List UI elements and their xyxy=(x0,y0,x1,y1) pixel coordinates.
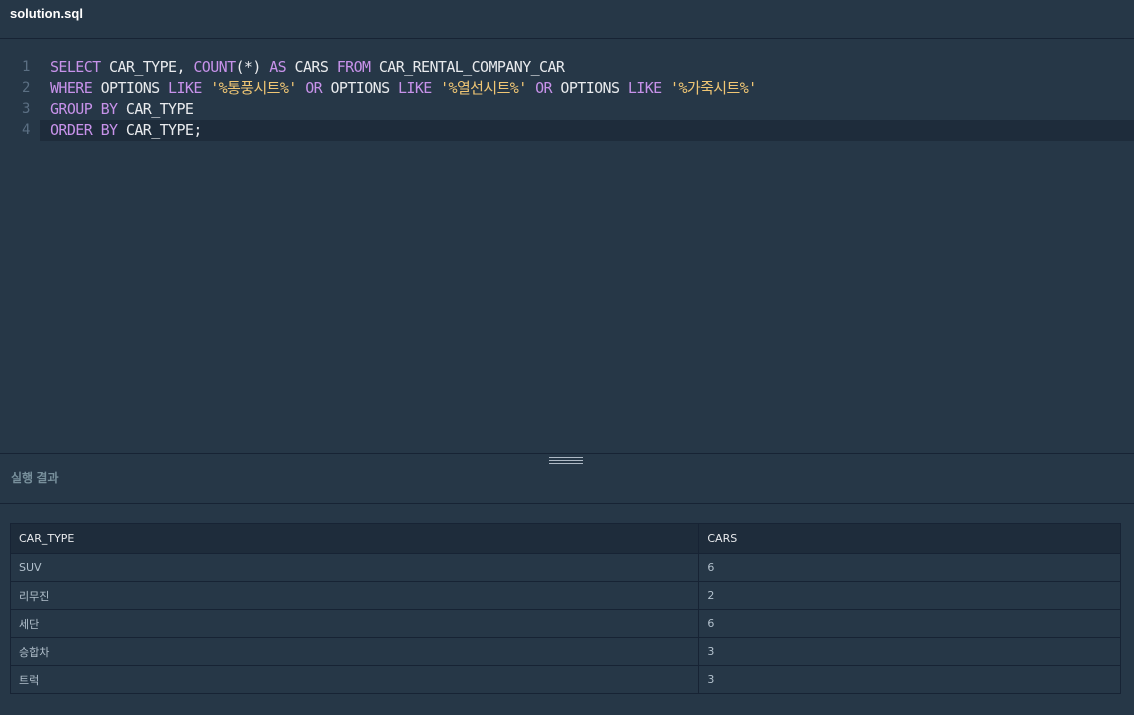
sql-keyword: AS xyxy=(269,58,287,76)
sql-string: '%통풍시트%' xyxy=(210,79,297,97)
cell-cars: 3 xyxy=(698,637,1121,666)
sql-keyword: WHERE xyxy=(50,79,93,97)
sql-string: '%가죽시트%' xyxy=(670,79,757,97)
code-editor[interactable]: 1 SELECT CAR_TYPE, COUNT(*) AS CARS FROM … xyxy=(0,40,1134,453)
column-header-cars: CARS xyxy=(698,523,1121,554)
sql-string: '%열선시트%' xyxy=(440,79,527,97)
sql-keyword: OR xyxy=(535,79,552,97)
sql-keyword: OR xyxy=(305,79,323,97)
code-line[interactable]: 1 SELECT CAR_TYPE, COUNT(*) AS CARS FROM … xyxy=(0,57,1134,78)
resize-handle-icon[interactable] xyxy=(549,457,583,466)
sql-identifier xyxy=(662,79,670,97)
line-content[interactable]: GROUP BY CAR_TYPE xyxy=(50,99,194,120)
panel-divider xyxy=(0,453,1134,454)
table-row: 리무진 2 xyxy=(9,581,1121,610)
sql-identifier xyxy=(432,79,440,97)
sql-identifier: OPTIONS xyxy=(551,79,628,97)
line-number: 3 xyxy=(22,101,31,117)
sql-identifier: CAR_TYPE, xyxy=(100,58,194,76)
column-header-car-type: CAR_TYPE xyxy=(9,523,700,554)
cell-car-type: 세단 xyxy=(9,609,700,638)
line-number: 4 xyxy=(22,122,31,138)
file-tab-bar: solution.sql xyxy=(0,0,1134,39)
sql-identifier: CAR_TYPE xyxy=(117,100,194,118)
sql-identifier: CAR_RENTAL_COMPANY_CAR xyxy=(370,58,565,76)
code-line[interactable]: 2 WHERE OPTIONS LIKE '%통풍시트%' OR OPTIONS … xyxy=(0,78,1134,99)
sql-keyword: LIKE xyxy=(397,79,432,97)
sql-keyword: BY xyxy=(100,121,118,139)
table-row: 승합차 3 xyxy=(9,637,1121,666)
cell-car-type: 리무진 xyxy=(9,581,700,610)
code-line[interactable]: 4 ORDER BY CAR_TYPE; xyxy=(22,120,1134,141)
sql-keyword: LIKE xyxy=(168,79,202,97)
result-divider xyxy=(0,503,1134,504)
sql-identifier xyxy=(202,79,210,97)
table-row: SUV 6 xyxy=(9,553,1121,582)
line-content[interactable]: WHERE OPTIONS LIKE '%통풍시트%' OR OPTIONS L… xyxy=(50,78,757,99)
result-header-row: CAR_TYPE CARS xyxy=(9,523,1121,554)
sql-editor-page: solution.sql 1 SELECT CAR_TYPE, COUNT(*) … xyxy=(0,0,1134,715)
sql-identifier: (*) xyxy=(235,58,270,76)
cell-car-type: SUV xyxy=(9,553,700,582)
table-row: 트럭 3 xyxy=(9,665,1121,694)
cell-cars: 6 xyxy=(698,609,1121,638)
code-line[interactable]: 3 GROUP BY CAR_TYPE xyxy=(0,99,1134,120)
cell-cars: 3 xyxy=(698,665,1121,694)
sql-keyword: COUNT xyxy=(193,58,236,76)
sql-identifier xyxy=(92,121,100,139)
file-name-tab[interactable]: solution.sql xyxy=(10,6,83,21)
sql-keyword: BY xyxy=(100,100,118,118)
sql-identifier: CARS xyxy=(286,58,337,76)
cell-cars: 2 xyxy=(698,581,1121,610)
sql-keyword: FROM xyxy=(336,58,371,76)
sql-identifier: OPTIONS xyxy=(322,79,398,97)
sql-keyword: GROUP xyxy=(50,100,93,118)
sql-keyword: SELECT xyxy=(50,58,101,76)
sql-identifier: OPTIONS xyxy=(92,79,169,97)
result-panel-title: 실행 결과 xyxy=(11,471,59,485)
line-number: 2 xyxy=(22,80,31,96)
sql-identifier: CAR_TYPE; xyxy=(117,121,202,139)
sql-keyword: ORDER xyxy=(50,121,93,139)
sql-keyword: LIKE xyxy=(627,79,662,97)
result-table: CAR_TYPE CARS SUV 6 리무진 2 세단 6 승합차 3 트럭 xyxy=(9,523,1121,694)
cell-cars: 6 xyxy=(698,553,1121,582)
sql-identifier xyxy=(527,79,535,97)
line-content[interactable]: SELECT CAR_TYPE, COUNT(*) AS CARS FROM C… xyxy=(50,57,565,78)
sql-identifier xyxy=(92,100,100,118)
line-number: 1 xyxy=(22,59,31,75)
cell-car-type: 승합차 xyxy=(9,637,700,666)
line-content[interactable]: ORDER BY CAR_TYPE; xyxy=(50,120,202,141)
cell-car-type: 트럭 xyxy=(9,665,700,694)
sql-identifier xyxy=(297,79,305,97)
table-row: 세단 6 xyxy=(9,609,1121,638)
